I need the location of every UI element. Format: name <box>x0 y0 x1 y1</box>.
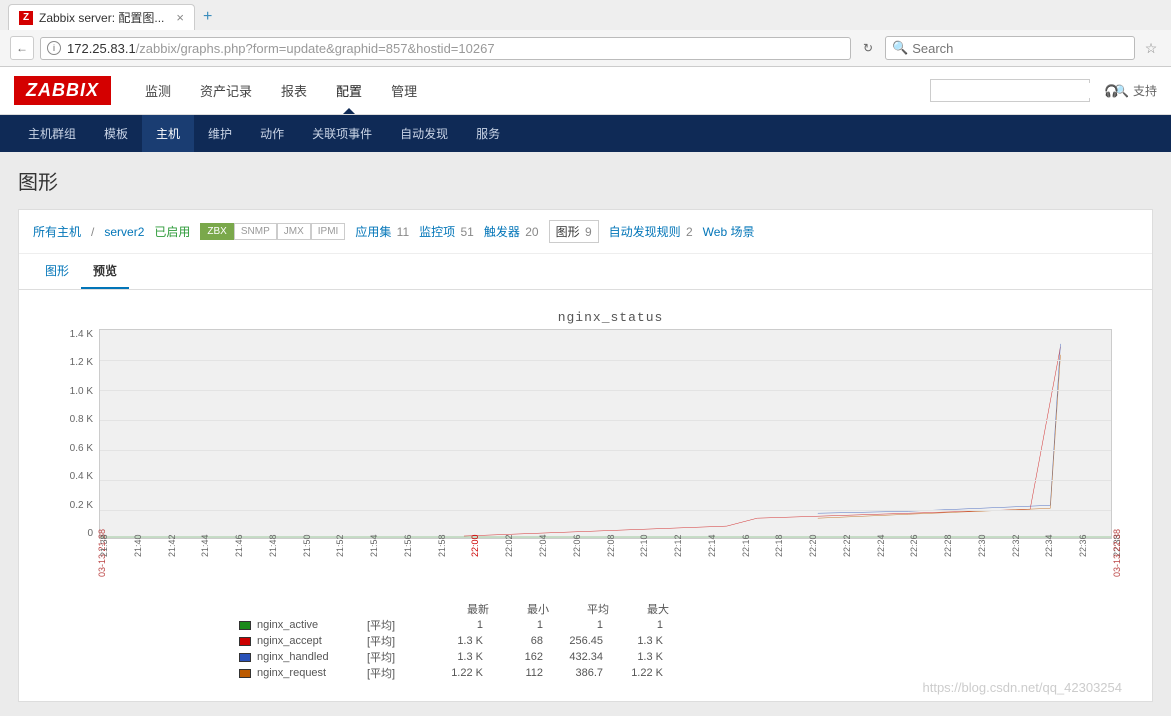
nav-monitoring[interactable]: 监测 <box>131 73 185 108</box>
triggers-link[interactable]: 触发器 20 <box>484 223 539 240</box>
view-tabs: 图形 预览 <box>19 254 1152 290</box>
discovery-link[interactable]: 自动发现规则 2 <box>609 223 693 240</box>
page-title: 图形 <box>18 166 1153 195</box>
tab-title: Zabbix server: 配置图... <box>39 9 164 26</box>
nav-reports[interactable]: 报表 <box>267 73 321 108</box>
browser-chrome: Z Zabbix server: 配置图... × + ← i 172.25.8… <box>0 0 1171 67</box>
plot-area <box>99 329 1112 539</box>
subnav-hosts[interactable]: 主机 <box>142 115 194 152</box>
tab-bar: Z Zabbix server: 配置图... × + <box>0 0 1171 30</box>
web-link[interactable]: Web 场景 <box>703 223 755 240</box>
url-box[interactable]: i 172.25.83.1/zabbix/graphs.php?form=upd… <box>40 37 851 60</box>
host-enabled-label: 已启用 <box>154 223 190 240</box>
search-icon: 🔍 <box>892 40 908 56</box>
content: 图形 所有主机 / server2 已启用 ZBX SNMP JMX IPMI … <box>0 152 1171 716</box>
legend-row: nginx_request[平均]1.22 K112386.71.22 K <box>239 665 1112 681</box>
legend-header-max: 最大 <box>609 601 669 617</box>
bookmark-star-icon[interactable]: ☆ <box>1141 40 1161 57</box>
subnav-templates[interactable]: 模板 <box>90 115 142 152</box>
breadcrumb-host[interactable]: server2 <box>104 225 144 239</box>
close-tab-icon[interactable]: × <box>176 10 184 25</box>
zabbix-favicon: Z <box>19 11 33 25</box>
proto-jmx: JMX <box>277 223 311 240</box>
nav-admin[interactable]: 管理 <box>377 73 431 108</box>
browser-tab[interactable]: Z Zabbix server: 配置图... × <box>8 4 195 30</box>
support-label[interactable]: 支持 <box>1133 82 1157 99</box>
subnav-maintenance[interactable]: 维护 <box>194 115 246 152</box>
browser-search-box[interactable]: 🔍 <box>885 36 1135 60</box>
subnav-services[interactable]: 服务 <box>462 115 514 152</box>
breadcrumb-sep: / <box>91 225 94 239</box>
proto-snmp: SNMP <box>234 223 277 240</box>
apps-link[interactable]: 应用集 11 <box>355 223 409 240</box>
legend-header-last: 最新 <box>429 601 489 617</box>
back-button[interactable]: ← <box>10 36 34 60</box>
legend-header-avg: 平均 <box>549 601 609 617</box>
url-path: /zabbix/graphs.php?form=update&graphid=8… <box>136 41 495 56</box>
tab-graph[interactable]: 图形 <box>33 254 81 289</box>
address-bar: ← i 172.25.83.1/zabbix/graphs.php?form=u… <box>0 30 1171 66</box>
top-nav: 监测 资产记录 报表 配置 管理 <box>131 73 431 108</box>
items-link[interactable]: 监控项 51 <box>419 223 474 240</box>
nav-inventory[interactable]: 资产记录 <box>186 73 266 108</box>
x-axis: 03-13 21:3821:3821:4021:4221:4421:4621:4… <box>99 541 1112 581</box>
header-search-input[interactable] <box>937 83 1114 98</box>
zabbix-logo[interactable]: ZABBIX <box>14 76 111 105</box>
new-tab-button[interactable]: + <box>203 8 212 26</box>
host-filter-bar: 所有主机 / server2 已启用 ZBX SNMP JMX IPMI 应用集… <box>19 210 1152 254</box>
subnav-hostgroups[interactable]: 主机群组 <box>14 115 90 152</box>
nav-config[interactable]: 配置 <box>322 73 376 108</box>
y-axis: 1.4 K1.2 K1.0 K0.8 K0.6 K0.4 K0.2 K0 <box>59 329 99 539</box>
site-info-icon[interactable]: i <box>47 41 61 55</box>
chart-title: nginx_status <box>109 310 1112 325</box>
legend-header-min: 最小 <box>489 601 549 617</box>
browser-search-input[interactable] <box>912 41 1128 56</box>
chart-container: nginx_status 1.4 K1.2 K1.0 K0.8 K0.6 K0.… <box>19 290 1152 701</box>
graphs-link[interactable]: 图形 9 <box>549 220 599 243</box>
subnav-discovery[interactable]: 自动发现 <box>386 115 462 152</box>
sub-nav: 主机群组 模板 主机 维护 动作 关联项事件 自动发现 服务 <box>0 115 1171 152</box>
url-host: 172.25.83.1 <box>67 41 136 56</box>
proto-zbx: ZBX <box>200 223 233 240</box>
subnav-actions[interactable]: 动作 <box>246 115 298 152</box>
legend-row: nginx_active[平均]1111 <box>239 617 1112 633</box>
legend-row: nginx_accept[平均]1.3 K68256.451.3 K <box>239 633 1112 649</box>
reload-button[interactable]: ↻ <box>857 41 879 55</box>
tab-preview[interactable]: 预览 <box>81 254 129 289</box>
card: 所有主机 / server2 已启用 ZBX SNMP JMX IPMI 应用集… <box>18 209 1153 702</box>
proto-ipmi: IPMI <box>311 223 346 240</box>
subnav-correlation[interactable]: 关联项事件 <box>298 115 386 152</box>
breadcrumb-all-hosts[interactable]: 所有主机 <box>33 223 81 240</box>
proto-badges: ZBX SNMP JMX IPMI <box>200 223 345 240</box>
zabbix-header: ZABBIX 监测 资产记录 报表 配置 管理 🔍 🎧 支持 <box>0 67 1171 115</box>
legend: 最新 最小 平均 最大 nginx_active[平均]1111nginx_ac… <box>239 601 1112 681</box>
support-icon[interactable]: 🎧 <box>1104 84 1119 98</box>
header-search[interactable]: 🔍 <box>930 79 1090 102</box>
watermark: https://blog.csdn.net/qq_42303254 <box>923 680 1123 695</box>
legend-row: nginx_handled[平均]1.3 K162432.341.3 K <box>239 649 1112 665</box>
